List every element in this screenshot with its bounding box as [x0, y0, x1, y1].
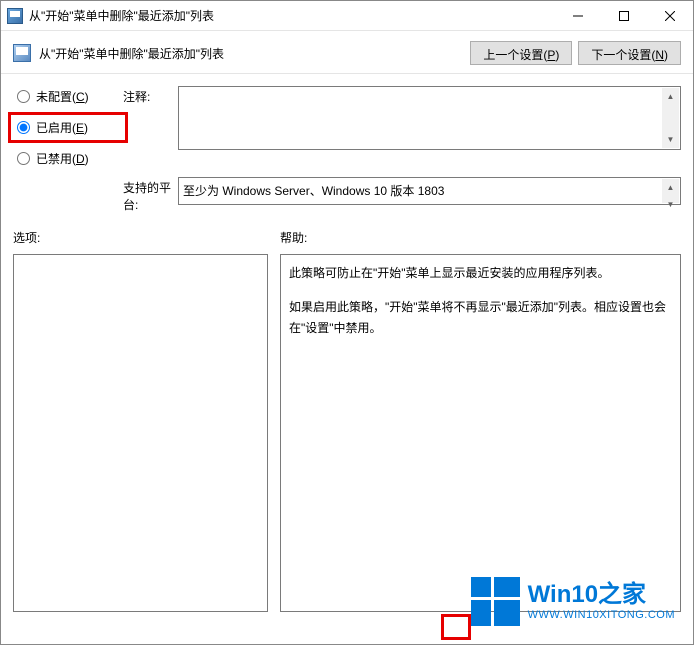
radio-not-configured-input[interactable] — [17, 90, 30, 103]
close-icon — [665, 11, 675, 21]
watermark-sub: WWW.WIN10XITONG.COM — [528, 609, 675, 621]
scrollbar[interactable]: ▲ ▼ — [662, 88, 679, 148]
content-area: 未配置(C) 已启用(E) 已禁用(D) 注释: — [1, 74, 693, 213]
radio-disabled-label: 已禁用(D) — [36, 150, 89, 167]
radio-enabled-input[interactable] — [17, 121, 30, 134]
policy-icon — [13, 44, 31, 62]
windows-logo-icon — [471, 577, 520, 626]
radio-not-configured-label: 未配置(C) — [36, 88, 89, 105]
radio-not-configured[interactable]: 未配置(C) — [13, 86, 123, 107]
platform-field: 至少为 Windows Server、Windows 10 版本 1803 ▲ … — [178, 177, 681, 205]
minimize-button[interactable] — [555, 1, 601, 30]
scroll-down-icon: ▼ — [662, 196, 679, 213]
watermark: Win10之家 WWW.WIN10XITONG.COM — [471, 577, 675, 626]
lower-area: 选项: 帮助: 此策略可防止在"开始"菜单上显示最近安装的应用程序列表。 如果启… — [1, 221, 693, 620]
platform-label: 支持的平台: — [123, 177, 178, 213]
state-radio-group: 未配置(C) 已启用(E) 已禁用(D) — [13, 86, 123, 169]
policy-title: 从"开始"菜单中删除"最近添加"列表 — [39, 45, 470, 62]
titlebar: 从"开始"菜单中删除"最近添加"列表 — [1, 1, 693, 31]
radio-enabled[interactable]: 已启用(E) — [13, 117, 123, 138]
window-title: 从"开始"菜单中删除"最近添加"列表 — [29, 7, 555, 24]
close-button[interactable] — [647, 1, 693, 30]
radio-disabled[interactable]: 已禁用(D) — [13, 148, 123, 169]
maximize-button[interactable] — [601, 1, 647, 30]
comment-label: 注释: — [123, 86, 178, 169]
radio-disabled-input[interactable] — [17, 152, 30, 165]
scroll-up-icon: ▲ — [662, 179, 679, 196]
header: 从"开始"菜单中删除"最近添加"列表 上一个设置(P) 下一个设置(N) — [1, 31, 693, 74]
help-paragraph-1: 此策略可防止在"开始"菜单上显示最近安装的应用程序列表。 — [289, 263, 672, 285]
help-panel: 此策略可防止在"开始"菜单上显示最近安装的应用程序列表。 如果启用此策略，"开始… — [280, 254, 681, 612]
scroll-down-icon: ▼ — [662, 131, 679, 148]
options-label: 选项: — [13, 229, 268, 246]
scroll-up-icon: ▲ — [662, 88, 679, 105]
help-label: 帮助: — [280, 229, 681, 246]
scrollbar[interactable]: ▲ ▼ — [662, 179, 679, 203]
next-setting-button[interactable]: 下一个设置(N) — [578, 41, 681, 65]
maximize-icon — [619, 11, 629, 21]
options-panel — [13, 254, 268, 612]
comment-field[interactable]: ▲ ▼ — [178, 86, 681, 150]
window-controls — [555, 1, 693, 30]
help-paragraph-2: 如果启用此策略，"开始"菜单将不再显示"最近添加"列表。相应设置也会在"设置"中… — [289, 297, 672, 340]
app-icon — [7, 8, 23, 24]
watermark-main: Win10之家 — [528, 582, 675, 608]
minimize-icon — [573, 11, 583, 21]
previous-setting-button[interactable]: 上一个设置(P) — [470, 41, 572, 65]
radio-enabled-label: 已启用(E) — [36, 119, 88, 136]
